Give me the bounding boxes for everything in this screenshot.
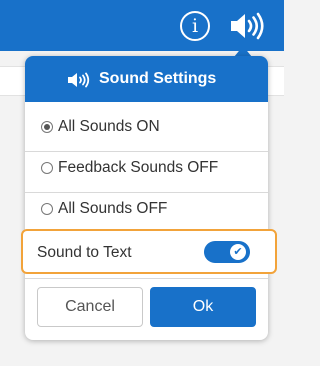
background-field-left [0,66,26,96]
divider [25,192,268,193]
info-icon[interactable]: i [180,11,210,41]
background-field-right [268,66,284,96]
sound-to-text-row: Sound to Text ✔ [21,229,277,274]
option-label: All Sounds ON [58,118,160,135]
radio-button[interactable] [41,162,53,174]
sound-to-text-label: Sound to Text [37,244,132,261]
check-icon: ✔ [230,244,246,260]
cancel-button[interactable]: Cancel [37,287,143,327]
divider [25,151,268,152]
panel-title: Sound Settings [99,70,217,87]
option-all-sounds-on[interactable]: All Sounds ON [41,116,160,138]
sound-to-text-toggle[interactable]: ✔ [204,241,250,263]
option-feedback-sounds-off[interactable]: Feedback Sounds OFF [41,157,218,179]
ok-button[interactable]: Ok [150,287,256,327]
option-label: All Sounds OFF [58,200,168,217]
panel-header: Sound Settings [25,56,268,102]
divider [25,278,268,279]
speaker-icon [67,71,91,89]
speaker-icon[interactable] [228,10,268,42]
radio-button[interactable] [41,121,53,133]
option-label: Feedback Sounds OFF [58,159,219,176]
top-bar: i [0,0,284,51]
option-all-sounds-off[interactable]: All Sounds OFF [41,198,167,220]
radio-button[interactable] [41,203,53,215]
